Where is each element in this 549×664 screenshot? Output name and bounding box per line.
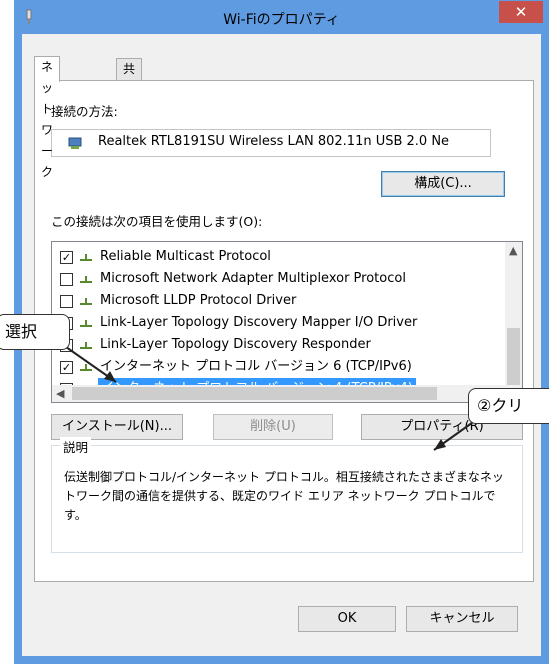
- list-item[interactable]: ✓ Link-Layer Topology Discovery Mapper I…: [52, 312, 482, 334]
- remove-button[interactable]: 削除(U): [213, 414, 333, 440]
- description-text: 伝送制御プロトコル/インターネット プロトコル。相互接続されたさまざまなネットワ…: [64, 470, 504, 522]
- protocol-icon: [80, 320, 92, 327]
- click-callout: ②クリ: [468, 388, 549, 424]
- cancel-button[interactable]: キャンセル: [406, 606, 518, 632]
- checkbox[interactable]: ✓: [60, 361, 73, 374]
- protocol-icon: [80, 298, 92, 305]
- select-callout: 選択: [0, 314, 70, 350]
- horizontal-scrollbar[interactable]: ◀: [52, 385, 522, 402]
- window-title: Wi-Fiのプロパティ: [223, 12, 340, 28]
- title-bar: Wi-Fiのプロパティ ✕: [14, 0, 549, 34]
- list-item[interactable]: Microsoft Network Adapter Multiplexor Pr…: [52, 268, 482, 290]
- close-button[interactable]: ✕: [499, 1, 543, 23]
- list-item[interactable]: ✓ Link-Layer Topology Discovery Responde…: [52, 334, 482, 356]
- tab-panel-network: 接続の方法: Realtek RTL8191SU Wireless LAN 80…: [34, 80, 534, 582]
- properties-window: Wi-Fiのプロパティ ✕ ネットワーク 共有 接続の方法: Realtek R…: [14, 0, 549, 664]
- horizontal-scroll-thumb[interactable]: [72, 387, 437, 400]
- configure-button[interactable]: 構成(C)...: [381, 171, 505, 197]
- items-label: この接続は次の項目を使用します(O):: [51, 214, 263, 229]
- protocol-icon: [80, 342, 92, 349]
- checkbox[interactable]: [60, 273, 73, 286]
- dialog-client-area: ネットワーク 共有 接続の方法: Realtek RTL8191SU Wirel…: [22, 34, 541, 656]
- checkbox[interactable]: ✓: [60, 251, 73, 264]
- connect-using-label: 接続の方法:: [51, 104, 118, 119]
- components-list[interactable]: ✓ Reliable Multicast Protocol Microsoft …: [51, 241, 523, 403]
- adapter-name: Realtek RTL8191SU Wireless LAN 802.11n U…: [98, 134, 450, 149]
- list-item[interactable]: Microsoft LLDP Protocol Driver: [52, 290, 482, 312]
- tab-network[interactable]: ネットワーク: [34, 56, 61, 179]
- network-card-icon: [68, 137, 82, 149]
- tab-sharing[interactable]: 共有: [116, 58, 143, 97]
- protocol-icon: [80, 364, 92, 371]
- description-group: 説明 伝送制御プロトコル/インターネット プロトコル。相互接続されたさまざまなネ…: [51, 437, 523, 553]
- checkbox[interactable]: [60, 295, 73, 308]
- chevron-left-icon[interactable]: ◀: [56, 387, 64, 400]
- protocol-icon: [80, 276, 92, 283]
- ok-button[interactable]: OK: [298, 606, 396, 632]
- vertical-scrollbar[interactable]: ▲: [505, 242, 522, 385]
- vertical-scroll-thumb[interactable]: [507, 328, 520, 385]
- adapter-field: Realtek RTL8191SU Wireless LAN 802.11n U…: [51, 129, 491, 157]
- protocol-icon: [80, 254, 92, 261]
- chevron-up-icon[interactable]: ▲: [509, 244, 517, 257]
- list-item[interactable]: ✓ インターネット プロトコル バージョン 6 (TCP/IPv6): [52, 356, 482, 378]
- description-title: 説明: [60, 437, 92, 456]
- list-item[interactable]: ✓ Reliable Multicast Protocol: [52, 246, 482, 268]
